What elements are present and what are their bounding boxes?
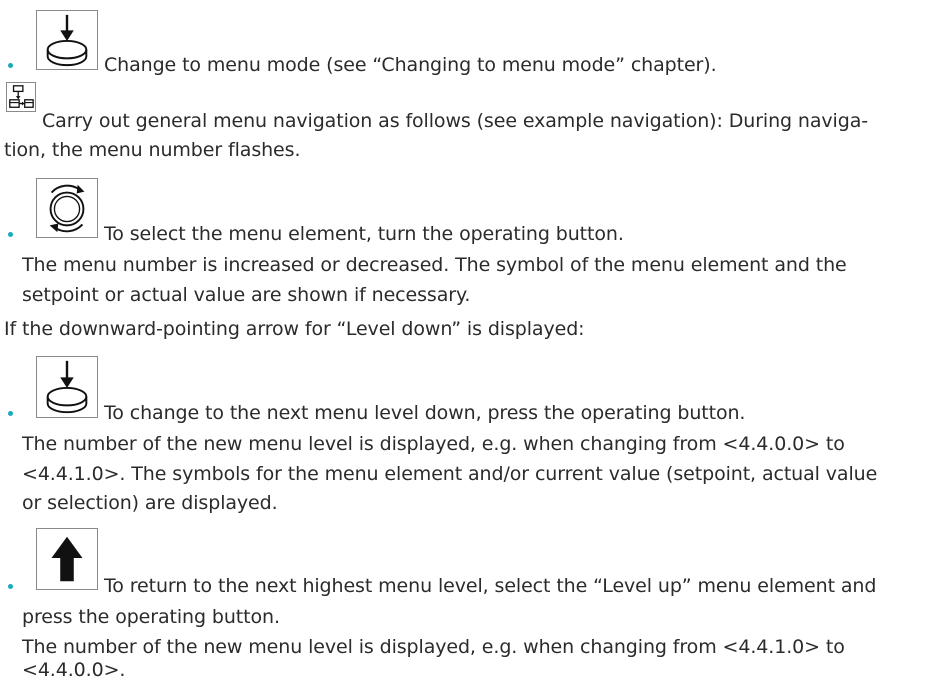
menu-navigation-icon bbox=[6, 82, 36, 112]
text-line: <4.4.0.0>. bbox=[22, 659, 126, 681]
text-line: To change to the next menu level down, p… bbox=[104, 402, 746, 424]
bullet-marker bbox=[8, 232, 13, 237]
text-line: If the downward-pointing arrow for “Leve… bbox=[4, 318, 585, 340]
text-line: press the operating button. bbox=[22, 606, 280, 628]
press-button-icon bbox=[36, 356, 98, 418]
level-up-arrow-icon bbox=[36, 528, 98, 590]
text-line: The number of the new menu level is disp… bbox=[22, 636, 845, 658]
text-line: The number of the new menu level is disp… bbox=[22, 433, 845, 455]
text-line: tion, the menu number flashes. bbox=[4, 139, 301, 161]
turn-button-icon bbox=[36, 178, 98, 238]
text-line: To return to the next highest menu level… bbox=[104, 575, 877, 597]
text-line: or selection) are displayed. bbox=[22, 492, 278, 514]
text-line: <4.4.1.0>. The symbols for the menu elem… bbox=[22, 463, 878, 485]
text-line: The menu number is increased or decrease… bbox=[22, 254, 847, 276]
text-line: Change to menu mode (see “Changing to me… bbox=[104, 54, 717, 76]
text-line: setpoint or actual value are shown if ne… bbox=[22, 284, 471, 306]
text-line: To select the menu element, turn the ope… bbox=[104, 223, 624, 245]
press-button-icon bbox=[36, 10, 98, 70]
text-line: Carry out general menu navigation as fol… bbox=[42, 110, 868, 132]
bullet-marker bbox=[8, 63, 13, 68]
bullet-marker bbox=[8, 584, 13, 589]
bullet-marker bbox=[8, 411, 13, 416]
